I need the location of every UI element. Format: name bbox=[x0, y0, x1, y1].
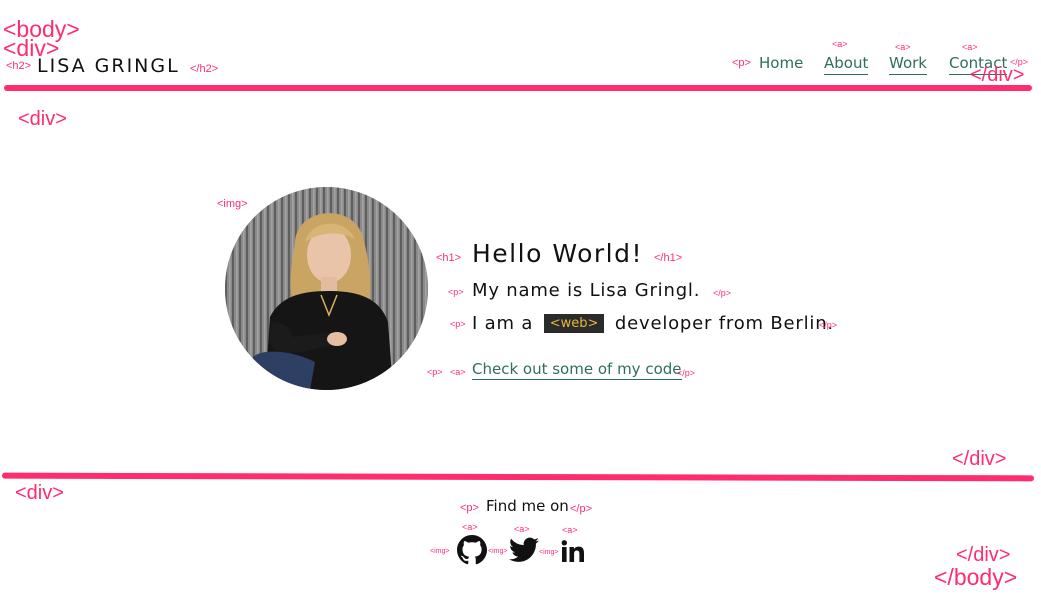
find-p-close-tag: </p> bbox=[570, 503, 593, 515]
web-code-chip: <web> bbox=[543, 314, 605, 333]
footer-divider bbox=[1, 472, 1035, 482]
role-p-close-tag: </p> bbox=[819, 320, 838, 330]
linkedin-a-tag: <a> bbox=[562, 525, 578, 535]
hero-name-line: My name is Lisa Gringl. bbox=[472, 280, 701, 301]
nav-p-open-tag: <p> bbox=[732, 57, 751, 69]
linkedin-icon bbox=[561, 540, 584, 562]
find-me-text: Find me on bbox=[486, 497, 569, 515]
hero-title: Hello World! bbox=[472, 239, 643, 268]
code-p-open-tag: <p> bbox=[427, 367, 443, 377]
h1-open-tag: <h1> bbox=[436, 252, 462, 264]
code-link[interactable]: Check out some of my code bbox=[472, 362, 682, 380]
h2-close-tag: </h2> bbox=[190, 63, 219, 75]
body-close-tag: </body> bbox=[934, 564, 1018, 590]
name-p-close-tag: </p> bbox=[713, 288, 732, 298]
site-logo[interactable]: LISA GRINGL bbox=[37, 55, 180, 77]
github-img-tag: <img> bbox=[430, 548, 450, 555]
h2-open-tag: <h2> bbox=[6, 60, 32, 72]
github-a-tag: <a> bbox=[462, 522, 478, 532]
github-icon bbox=[457, 535, 487, 565]
nav-contact-a-tag: <a> bbox=[962, 42, 978, 52]
twitter-a-tag: <a> bbox=[514, 524, 530, 534]
header-divider bbox=[4, 85, 1032, 91]
linkedin-link[interactable] bbox=[561, 540, 585, 566]
role-prefix: I am a bbox=[472, 313, 534, 334]
role-p-open-tag: <p> bbox=[450, 319, 466, 329]
hero-div-close-tag: </div> bbox=[952, 448, 1007, 470]
twitter-img-tag: <img> bbox=[488, 548, 508, 555]
hero-div-open-tag: <div> bbox=[18, 108, 67, 130]
find-p-open-tag: <p> bbox=[460, 502, 479, 514]
img-open-tag: <img> bbox=[217, 198, 248, 210]
nav-work-link[interactable]: Work bbox=[889, 56, 927, 75]
code-a-open-tag: <a> bbox=[450, 367, 466, 377]
h1-close-tag: </h1> bbox=[654, 252, 683, 264]
code-p-close-tag: </p> bbox=[677, 368, 696, 378]
nav-home-link[interactable]: Home bbox=[759, 56, 803, 71]
nav-work-a-tag: <a> bbox=[895, 42, 911, 52]
linkedin-img-tag: <img> bbox=[539, 549, 559, 556]
github-link[interactable] bbox=[457, 535, 487, 569]
hero-role-line: I am a <web> developer from Berlin. bbox=[472, 314, 834, 333]
nav-about-link[interactable]: About bbox=[824, 56, 869, 75]
header-div-close-tag: </div> bbox=[970, 64, 1025, 86]
footer-div-close-tag: </div> bbox=[956, 544, 1011, 566]
twitter-link[interactable] bbox=[509, 537, 539, 567]
name-p-open-tag: <p> bbox=[448, 287, 464, 297]
twitter-icon bbox=[509, 537, 539, 562]
nav-about-a-tag: <a> bbox=[832, 39, 848, 49]
footer-div-open-tag: <div> bbox=[15, 482, 64, 504]
role-suffix: developer from Berlin. bbox=[614, 313, 834, 334]
profile-photo bbox=[225, 187, 428, 390]
